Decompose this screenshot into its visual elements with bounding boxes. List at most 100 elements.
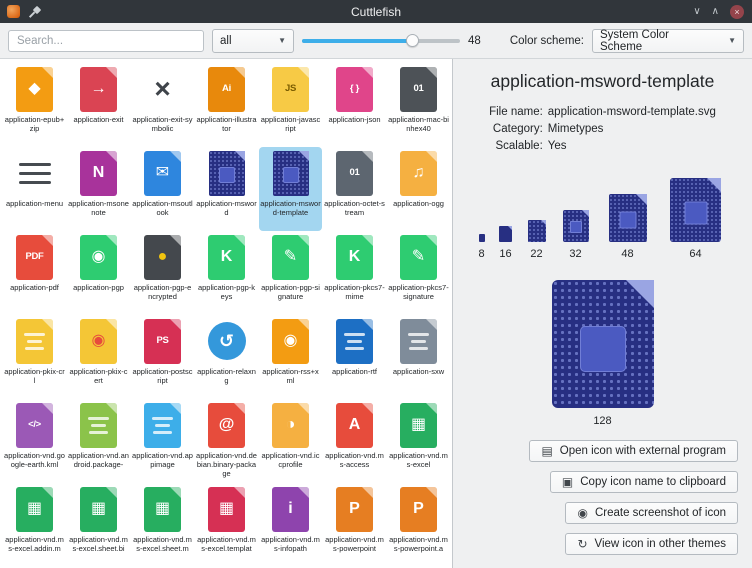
- icon-grid-item[interactable]: ▦application-vnd.ms-excel: [387, 399, 450, 483]
- size-preview-item[interactable]: 48: [604, 194, 652, 260]
- size-preview-item[interactable]: 8: [478, 234, 486, 260]
- icon-grid-item[interactable]: PDFapplication-pdf: [3, 231, 66, 315]
- icon-grid-item[interactable]: ✎application-pkcs7-signature: [387, 231, 450, 315]
- icon-grid-item[interactable]: application-pkix-crl: [3, 315, 66, 399]
- pin-icon[interactable]: [29, 6, 41, 18]
- icon-grid-item[interactable]: ◑application-vnd.iccprofile: [259, 399, 322, 483]
- file-type-icon: K: [203, 233, 251, 281]
- file-type-icon: ◉: [75, 233, 123, 281]
- maximize-icon[interactable]: ∧: [712, 7, 719, 17]
- file-type-icon: ◉: [267, 317, 315, 365]
- icon-label: application-vnd.ms-excel.addin.m: [4, 535, 65, 553]
- icon-grid-item[interactable]: ▦application-vnd.ms-excel.sheet.bi: [67, 483, 130, 567]
- icon-label: application-vnd.ms-excel.sheet.bi: [68, 535, 129, 553]
- icon-grid-item[interactable]: Aiapplication-illustrator: [195, 63, 258, 147]
- icon-grid-item[interactable]: Kapplication-pgp-keys: [195, 231, 258, 315]
- icon-label: application-msword-template: [260, 199, 321, 217]
- button-label: Copy icon name to clipboard: [580, 476, 726, 488]
- icon-grid-item[interactable]: 01application-octet-stream: [323, 147, 386, 231]
- file-type-icon: </>: [11, 401, 59, 449]
- icon-grid-item[interactable]: ✎application-pgp-signature: [259, 231, 322, 315]
- button-label: View icon in other themes: [595, 538, 726, 550]
- file-type-icon: i: [267, 485, 315, 533]
- icon-grid-item[interactable]: </>application-vnd.google-earth.kml: [3, 399, 66, 483]
- file-type-icon: [139, 401, 187, 449]
- icon-grid-item[interactable]: ♫application-ogg: [387, 147, 450, 231]
- icon-label: application-vnd.ms-access: [324, 451, 385, 469]
- icon-grid-item[interactable]: application-msword: [195, 147, 258, 231]
- icon-grid-item[interactable]: application-msword-template: [259, 147, 322, 231]
- icon-grid-item[interactable]: 01 application-mac-binhex40: [387, 63, 450, 147]
- icon-grid-item[interactable]: PSapplication-postscript: [131, 315, 194, 399]
- icon-grid-item[interactable]: application-rtf: [323, 315, 386, 399]
- icon-label: application-rss+xml: [260, 367, 321, 385]
- large-preview-wrap: 128: [539, 280, 667, 427]
- file-type-icon: A: [331, 401, 379, 449]
- hamburger-menu-icon: [19, 157, 51, 190]
- icon-grid-item[interactable]: iapplication-vnd.ms-infopath: [259, 483, 322, 567]
- icon-label: application-pkix-crl: [4, 367, 65, 385]
- file-type-icon: 01: [395, 65, 443, 113]
- icon-label: application-vnd.ms-excel: [388, 451, 449, 469]
- icon-label: application-vnd.ms-excel.templat: [196, 535, 257, 553]
- icon-label: application-pgp: [68, 283, 129, 292]
- icon-grid-item[interactable]: ✉application-msoutlook: [131, 147, 194, 231]
- category-filter-dropdown[interactable]: all ▼: [212, 29, 294, 53]
- icon-grid-item[interactable]: application-sxw: [387, 315, 450, 399]
- icon-grid-item[interactable]: ×application-exit-symbolic: [131, 63, 194, 147]
- details-form: File name: application-msword-template.sv…: [489, 106, 716, 152]
- icon-label: application-pkcs7-signature: [388, 283, 449, 301]
- icon-grid-item[interactable]: ◆application-epub+zip: [3, 63, 66, 147]
- search-input[interactable]: [8, 30, 204, 52]
- size-preview-item[interactable]: 64: [664, 178, 728, 260]
- icon-grid-item[interactable]: ◉application-pkix-cert: [67, 315, 130, 399]
- view-themes-button[interactable]: ↻View icon in other themes: [565, 533, 738, 555]
- file-type-icon: 01: [331, 149, 379, 197]
- icon-grid-item[interactable]: { }application-json: [323, 63, 386, 147]
- icon-grid-item[interactable]: Aapplication-vnd.ms-access: [323, 399, 386, 483]
- icon-size-slider[interactable]: [302, 33, 460, 49]
- icon-label: application-pgp-encrypted: [132, 283, 193, 301]
- file-type-icon: ×: [139, 65, 187, 113]
- icon-grid-item[interactable]: Papplication-vnd.ms-powerpoint.a: [387, 483, 450, 567]
- file-type-icon: ▦: [11, 485, 59, 533]
- icon-grid-item[interactable]: @application-vnd.debian.binary-package: [195, 399, 258, 483]
- icon-grid-item[interactable]: →application-exit: [67, 63, 130, 147]
- icon-grid-item[interactable]: JSapplication-javascript: [259, 63, 322, 147]
- file-type-icon: JS: [267, 65, 315, 113]
- file-type-icon: ↺: [203, 317, 251, 365]
- icon-grid-item[interactable]: ▦ application-vnd.ms-excel.addin.m: [3, 483, 66, 567]
- icon-grid-item[interactable]: application-menu: [3, 147, 66, 231]
- icon-grid-item[interactable]: ▦application-vnd.ms-excel.templat: [195, 483, 258, 567]
- icon-label: application-pkcs7-mime: [324, 283, 385, 301]
- icon-grid-item[interactable]: ↺application-relaxng: [195, 315, 258, 399]
- slider-handle[interactable]: [406, 34, 419, 47]
- category-filter-value: all: [220, 35, 232, 47]
- field-value: application-msword-template.svg: [548, 106, 716, 118]
- size-label: 32: [569, 248, 581, 260]
- icon-grid-item[interactable]: application-vnd.appimage: [131, 399, 194, 483]
- size-preview-item[interactable]: 22: [526, 220, 548, 260]
- minimize-icon[interactable]: ∨: [693, 7, 700, 17]
- icon-grid-item[interactable]: Papplication-vnd.ms-powerpoint: [323, 483, 386, 567]
- icon-label: application-mac-binhex40: [388, 115, 449, 133]
- icon-grid-item[interactable]: application-vnd.android.package-: [67, 399, 130, 483]
- button-label: Open icon with external program: [560, 445, 726, 457]
- icon-label: application-msoutlook: [132, 199, 193, 217]
- screenshot-button[interactable]: ◉Create screenshot of icon: [565, 502, 738, 524]
- icon-grid-item[interactable]: Kapplication-pkcs7-mime: [323, 231, 386, 315]
- field-label: File name:: [489, 106, 543, 118]
- icon-grid-item[interactable]: ◉ application-pgp: [67, 231, 130, 315]
- size-label: 64: [689, 248, 701, 260]
- icon-grid-item[interactable]: Napplication-msonenote: [67, 147, 130, 231]
- icon-grid-item[interactable]: ●application-pgp-encrypted: [131, 231, 194, 315]
- size-preview-item[interactable]: 32: [560, 210, 592, 260]
- icon-grid-item[interactable]: ◉ application-rss+xml: [259, 315, 322, 399]
- open-external-button[interactable]: ▤Open icon with external program: [529, 440, 738, 462]
- file-type-icon: [267, 149, 315, 197]
- size-preview-item[interactable]: 16: [498, 226, 514, 260]
- close-icon[interactable]: ×: [730, 5, 744, 19]
- color-scheme-dropdown[interactable]: System Color Scheme ▼: [592, 29, 744, 53]
- copy-name-button[interactable]: ▣Copy icon name to clipboard: [550, 471, 738, 493]
- icon-grid-item[interactable]: ▦application-vnd.ms-excel.sheet.m: [131, 483, 194, 567]
